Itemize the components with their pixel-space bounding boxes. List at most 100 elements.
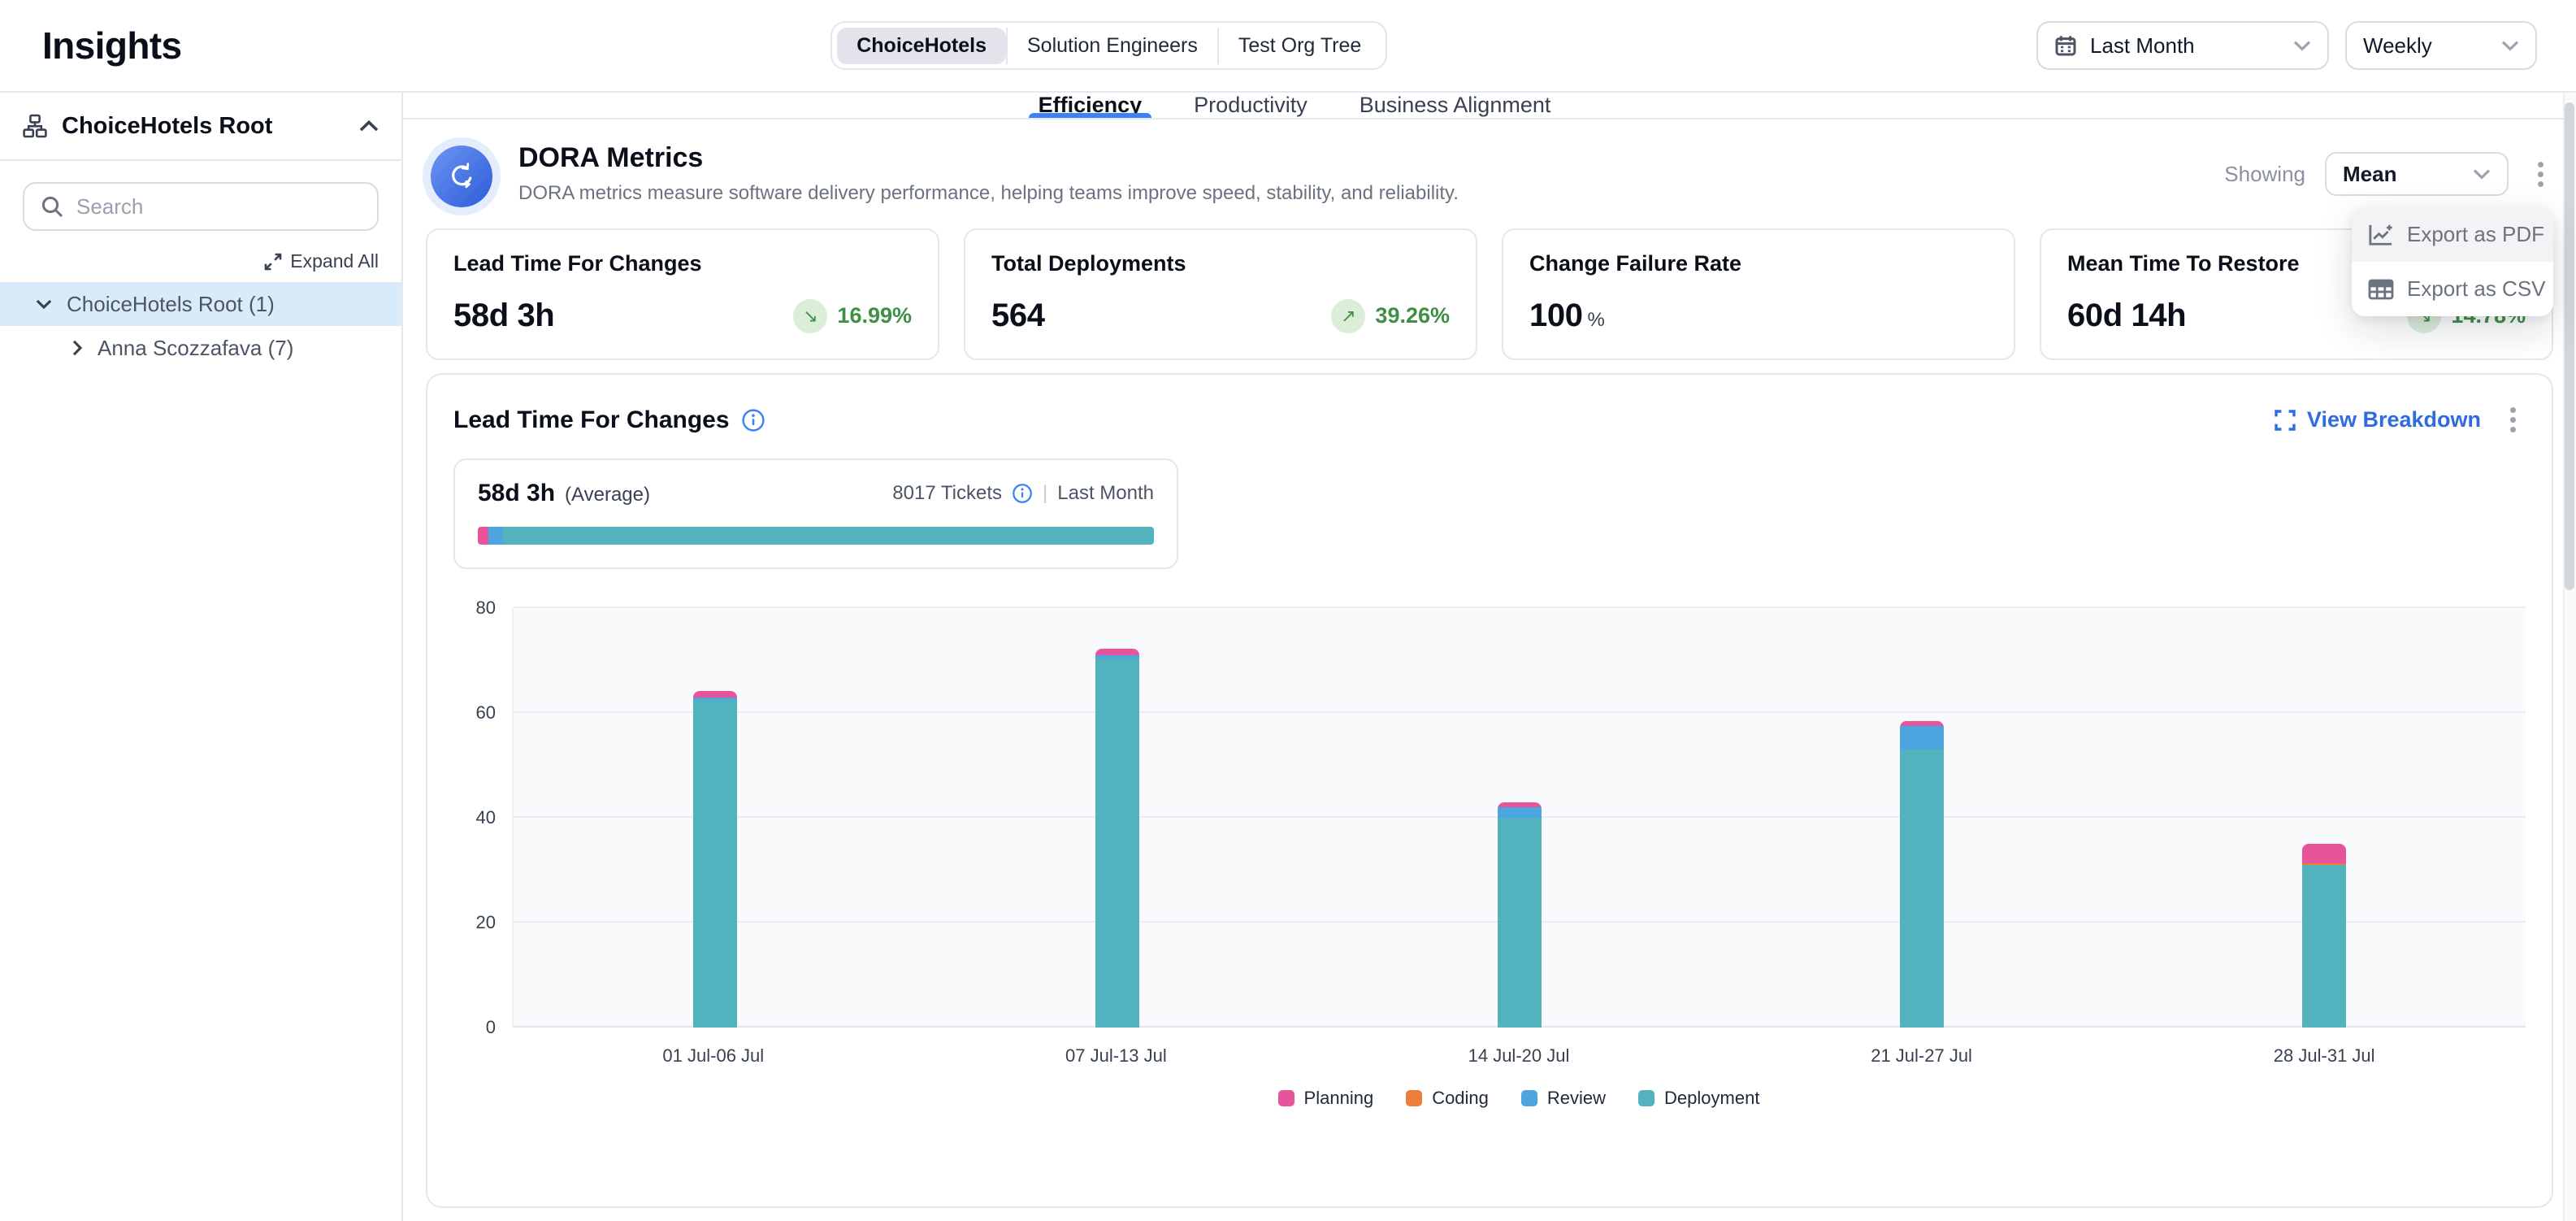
app-root: Insights ChoiceHotelsSolution EngineersT… bbox=[0, 0, 2576, 1221]
legend-item-planning[interactable]: Planning bbox=[1278, 1088, 1374, 1109]
bar-01-jul-06-jul[interactable] bbox=[693, 691, 737, 1028]
expand-all-row: Expand All bbox=[0, 231, 401, 282]
x-axis-labels: 01 Jul-06 Jul07 Jul-13 Jul14 Jul-20 Jul2… bbox=[512, 1045, 2526, 1067]
chevron-right-icon[interactable] bbox=[72, 340, 83, 356]
legend-item-deployment[interactable]: Deployment bbox=[1638, 1088, 1759, 1109]
phase-progress-bar bbox=[478, 527, 1154, 545]
metric-card-change-failure-rate: Change Failure Rate 100% bbox=[1502, 228, 2015, 360]
legend-swatch bbox=[1406, 1090, 1422, 1106]
bar-28-jul-31-jul[interactable] bbox=[2302, 844, 2346, 1028]
dora-metrics-title: DORA Metrics bbox=[518, 142, 1459, 174]
dora-kebab-menu-button[interactable] bbox=[2528, 155, 2553, 193]
y-tick-label: 60 bbox=[476, 702, 496, 723]
metric-card-value: 58d 3h bbox=[453, 298, 554, 333]
dora-title-group: DORA Metrics DORA metrics measure softwa… bbox=[426, 142, 1459, 207]
deployment-segment bbox=[1900, 750, 1944, 1028]
expand-all-label: Expand All bbox=[290, 250, 379, 272]
main-panel: Efficiency Productivity Business Alignment bbox=[403, 93, 2576, 1221]
deployment-segment bbox=[2302, 865, 2346, 1028]
section-kebab-menu-button[interactable] bbox=[2500, 401, 2526, 439]
menu-item-export-as-csv[interactable]: Export as CSV bbox=[2352, 262, 2553, 316]
tab-business-alignment[interactable]: Business Alignment bbox=[1356, 93, 1555, 118]
planning-segment bbox=[693, 691, 737, 697]
org-tab-solution-engineers[interactable]: Solution Engineers bbox=[1006, 28, 1217, 64]
x-axis-label: 01 Jul-06 Jul bbox=[512, 1045, 915, 1067]
trend-badge: ↘16.99% bbox=[793, 299, 912, 333]
search-input[interactable] bbox=[76, 194, 361, 219]
date-range-value: Last Month bbox=[2090, 33, 2280, 59]
deployment-segment bbox=[1095, 658, 1139, 1028]
average-suffix: (Average) bbox=[565, 484, 650, 506]
dora-cycle-icon bbox=[431, 146, 492, 207]
metric-card-title: Change Failure Rate bbox=[1529, 251, 1988, 276]
metric-card-value-wrap: 60d 14h bbox=[2067, 298, 2186, 334]
dora-controls: Showing Mean Export as PDFExport as CSV bbox=[2224, 142, 2553, 196]
dora-header: DORA Metrics DORA metrics measure softwa… bbox=[426, 142, 2553, 207]
planning-segment bbox=[2302, 844, 2346, 863]
metric-card-value-wrap: 100% bbox=[1529, 298, 1605, 334]
deployment-segment bbox=[693, 700, 737, 1028]
bar-14-jul-20-jul[interactable] bbox=[1498, 802, 1542, 1028]
view-breakdown-button[interactable]: View Breakdown bbox=[2275, 407, 2481, 432]
granularity-dropdown[interactable]: Weekly bbox=[2345, 21, 2537, 70]
sidebar-title: ChoiceHotels Root bbox=[62, 113, 345, 140]
aggregation-dropdown[interactable]: Mean bbox=[2325, 152, 2509, 196]
chart-band-28-jul-31-jul bbox=[2123, 608, 2526, 1028]
org-tree-sidebar: ChoiceHotels Root bbox=[0, 93, 403, 1221]
tab-productivity[interactable]: Productivity bbox=[1190, 93, 1311, 118]
top-bar: Insights ChoiceHotelsSolution EngineersT… bbox=[0, 0, 2576, 93]
chevron-down-icon bbox=[2293, 40, 2311, 51]
org-tab-test-org-tree[interactable]: Test Org Tree bbox=[1217, 28, 1381, 64]
fullscreen-corners-icon bbox=[2275, 410, 2296, 431]
metric-card-value: 60d 14h bbox=[2067, 298, 2186, 333]
trend-up-arrow-icon: ↗ bbox=[1331, 299, 1365, 333]
info-icon[interactable] bbox=[1012, 483, 1033, 504]
metric-card-value: 100 bbox=[1529, 298, 1583, 333]
trend-delta-value: 16.99% bbox=[837, 303, 912, 328]
metric-card-lead-time-for-changes: Lead Time For Changes58d 3h↘16.99% bbox=[426, 228, 939, 360]
period-label: Last Month bbox=[1057, 482, 1154, 505]
dora-metrics-subtitle: DORA metrics measure software delivery p… bbox=[518, 182, 1459, 205]
info-icon[interactable] bbox=[741, 408, 765, 432]
page-title: Insights bbox=[42, 24, 182, 67]
scrollbar-thumb[interactable] bbox=[2565, 102, 2574, 590]
bar-07-jul-13-jul[interactable] bbox=[1095, 649, 1139, 1028]
bar-21-jul-27-jul[interactable] bbox=[1900, 721, 1944, 1028]
sidebar-collapse-button[interactable] bbox=[359, 119, 379, 133]
planning-segment bbox=[1095, 649, 1139, 655]
menu-item-export-as-pdf[interactable]: Export as PDF bbox=[2352, 207, 2553, 262]
table-icon bbox=[2368, 278, 2394, 301]
tab-efficiency[interactable]: Efficiency bbox=[1035, 93, 1146, 118]
legend-label: Review bbox=[1547, 1088, 1606, 1109]
tree-item-anna-scozzafava-7[interactable]: Anna Scozzafava (7) bbox=[0, 326, 401, 370]
metric-cards-row: Lead Time For Changes58d 3h↘16.99%Total … bbox=[426, 228, 2553, 360]
review-segment bbox=[1900, 726, 1944, 750]
chevron-down-icon[interactable] bbox=[36, 298, 52, 310]
tab-bar: Efficiency Productivity Business Alignment bbox=[403, 93, 2576, 119]
calendar-icon bbox=[2054, 34, 2077, 57]
trend-delta-value: 39.26% bbox=[1375, 303, 1450, 328]
x-axis-label: 14 Jul-20 Jul bbox=[1317, 1045, 1720, 1067]
legend-swatch bbox=[1521, 1090, 1537, 1106]
view-breakdown-label: View Breakdown bbox=[2307, 407, 2481, 432]
scrollbar-track[interactable] bbox=[2563, 93, 2576, 1221]
lead-time-chart: 020406080 bbox=[453, 608, 2526, 1028]
content-area: DORA Metrics DORA metrics measure softwa… bbox=[403, 119, 2576, 1221]
chart-legend: Planning Coding Review Deployment bbox=[512, 1088, 2526, 1109]
chart-band-07-jul-13-jul bbox=[916, 608, 1318, 1028]
expand-all-button[interactable]: Expand All bbox=[264, 250, 379, 272]
chart-band-14-jul-20-jul bbox=[1318, 608, 1720, 1028]
progress-segment-deployment bbox=[503, 527, 1154, 545]
granularity-value: Weekly bbox=[2363, 33, 2488, 59]
chevron-down-icon bbox=[2501, 40, 2519, 51]
section-title: Lead Time For Changes bbox=[453, 406, 730, 434]
org-tab-choicehotels[interactable]: ChoiceHotels bbox=[837, 28, 1006, 64]
x-axis-label: 21 Jul-27 Jul bbox=[1720, 1045, 2123, 1067]
average-summary-card: 58d 3h (Average) 8017 Tickets bbox=[453, 458, 1178, 569]
date-range-dropdown[interactable]: Last Month bbox=[2036, 21, 2329, 70]
metric-card-total-deployments: Total Deployments564↗39.26% bbox=[964, 228, 1477, 360]
legend-item-coding[interactable]: Coding bbox=[1406, 1088, 1489, 1109]
org-tab-group: ChoiceHotelsSolution EngineersTest Org T… bbox=[830, 21, 1387, 70]
tree-item-choicehotels-root-1[interactable]: ChoiceHotels Root (1) bbox=[0, 282, 401, 326]
legend-item-review[interactable]: Review bbox=[1521, 1088, 1606, 1109]
